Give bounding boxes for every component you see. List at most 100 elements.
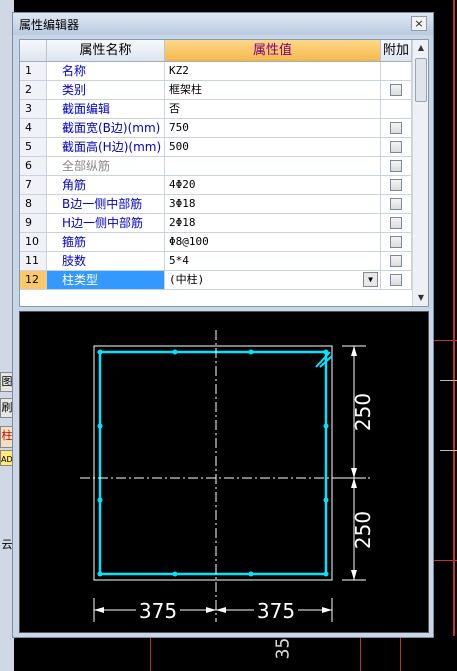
property-name[interactable]: 角筋: [47, 176, 165, 195]
add-checkbox[interactable]: [390, 141, 402, 153]
property-row[interactable]: 6 全部纵筋: [20, 157, 412, 176]
property-value: (中柱): [169, 273, 205, 286]
vertical-scrollbar[interactable]: ▲ ▼: [412, 40, 428, 306]
property-row[interactable]: 5 截面高(H边)(mm) 500: [20, 138, 412, 157]
property-row[interactable]: 9 H边一侧中部筋 2Φ18: [20, 214, 412, 233]
property-row[interactable]: 11 肢数 5*4: [20, 252, 412, 271]
property-value-field[interactable]: 4Φ20: [165, 176, 381, 195]
property-row[interactable]: 12 柱类型 (中柱) ▼: [20, 271, 412, 290]
property-value-field[interactable]: 5*4: [165, 252, 381, 271]
dimension-text-left: 375: [139, 599, 177, 623]
property-value-field[interactable]: 750: [165, 119, 381, 138]
add-checkbox[interactable]: [390, 217, 402, 229]
property-value-field[interactable]: (中柱) ▼: [165, 271, 381, 290]
row-number: 6: [20, 157, 47, 176]
rebar-dot: [323, 571, 329, 577]
property-name[interactable]: 箍筋: [47, 233, 165, 252]
scroll-down-icon[interactable]: ▼: [413, 290, 428, 306]
row-number: 9: [20, 214, 47, 233]
arrow-icon: [351, 468, 357, 478]
arrow-icon: [206, 607, 216, 613]
property-name[interactable]: 肢数: [47, 252, 165, 271]
scroll-up-icon[interactable]: ▲: [413, 40, 428, 56]
add-checkbox[interactable]: [390, 160, 402, 172]
rebar-dot: [172, 571, 178, 577]
row-number: 12: [20, 271, 47, 290]
header-property-value[interactable]: 属性值: [165, 40, 381, 62]
property-value: 4Φ20: [169, 178, 196, 191]
arrow-icon: [351, 478, 357, 488]
rebar-dot: [248, 349, 254, 355]
property-value-field[interactable]: 框架柱: [165, 81, 381, 100]
property-row[interactable]: 4 截面宽(B边)(mm) 750: [20, 119, 412, 138]
property-row[interactable]: 2 类别 框架柱: [20, 81, 412, 100]
property-row[interactable]: 7 角筋 4Φ20: [20, 176, 412, 195]
property-row[interactable]: 8 B边一侧中部筋 3Φ18: [20, 195, 412, 214]
background-red-line: [434, 560, 457, 561]
add-cell: [381, 233, 412, 252]
rebar-dot: [323, 423, 329, 429]
property-name[interactable]: H边一侧中部筋: [47, 214, 165, 233]
property-row[interactable]: 10 箍筋 Φ8@100: [20, 233, 412, 252]
property-row[interactable]: 3 截面编辑否: [20, 100, 412, 119]
property-value: 750: [169, 121, 189, 134]
property-value: Φ8@100: [169, 235, 209, 248]
background-red-line: [453, 0, 455, 671]
background-dimension-text: 35: [272, 637, 294, 660]
property-name[interactable]: 名称: [47, 62, 165, 81]
add-cell: [381, 138, 412, 157]
add-cell: [381, 157, 412, 176]
add-checkbox[interactable]: [390, 236, 402, 248]
property-value-field[interactable]: 500: [165, 138, 381, 157]
background-red-line: [434, 340, 457, 341]
title-bar[interactable]: 属性编辑器 ×: [13, 13, 433, 35]
property-name[interactable]: 类别: [47, 81, 165, 100]
add-checkbox[interactable]: [390, 122, 402, 134]
rebar-dot: [172, 349, 178, 355]
background-canvas-bottom: 35: [40, 636, 457, 671]
property-name[interactable]: 截面高(H边)(mm): [47, 138, 165, 157]
arrow-icon: [322, 607, 332, 613]
property-value-field[interactable]: Φ8@100: [165, 233, 381, 252]
dimension-text-right: 375: [257, 599, 295, 623]
window-title: 属性编辑器: [19, 18, 80, 32]
rebar-points: [97, 349, 329, 577]
arrow-icon: [351, 346, 357, 356]
arrow-icon: [351, 570, 357, 580]
add-checkbox[interactable]: [390, 84, 402, 96]
close-icon: ×: [414, 17, 424, 30]
property-value-field[interactable]: 3Φ18: [165, 195, 381, 214]
property-value-field[interactable]: 2Φ18: [165, 214, 381, 233]
dropdown-arrow-icon[interactable]: ▼: [363, 272, 378, 287]
property-value: KZ2: [169, 64, 189, 77]
add-checkbox[interactable]: [390, 255, 402, 267]
add-checkbox[interactable]: [390, 198, 402, 210]
add-checkbox[interactable]: [390, 274, 402, 286]
property-name[interactable]: 截面编辑: [47, 100, 165, 119]
property-value: 框架柱: [169, 83, 202, 96]
add-cell: [381, 81, 412, 100]
property-name[interactable]: 全部纵筋: [47, 157, 165, 176]
property-value: 3Φ18: [169, 197, 196, 210]
row-number: 10: [20, 233, 47, 252]
property-name[interactable]: B边一侧中部筋: [47, 195, 165, 214]
property-value-field[interactable]: 否: [165, 100, 381, 119]
add-checkbox[interactable]: [390, 179, 402, 191]
row-number: 3: [20, 100, 47, 119]
row-number: 5: [20, 138, 47, 157]
close-button[interactable]: ×: [411, 16, 427, 31]
scroll-thumb[interactable]: [415, 58, 427, 102]
concrete-outline: [93, 345, 333, 581]
property-name[interactable]: 柱类型: [47, 271, 165, 290]
rebar-dot: [97, 423, 103, 429]
property-value-field[interactable]: [165, 157, 381, 176]
rebar-dot: [97, 571, 103, 577]
property-row[interactable]: 1 名称 KZ2: [20, 62, 412, 81]
stirrup-hook: [315, 351, 333, 368]
section-preview-canvas: 250 250 375 375: [19, 311, 429, 633]
screen: 图 刷 柱 ADI 云 35 属性编辑器 × 属性名称 属性值 附加 1 名称 KZ…: [0, 0, 457, 671]
property-name[interactable]: 截面宽(B边)(mm): [47, 119, 165, 138]
property-value-field[interactable]: KZ2: [165, 62, 381, 81]
header-property-name[interactable]: 属性名称: [47, 40, 165, 62]
header-add[interactable]: 附加: [381, 40, 412, 62]
